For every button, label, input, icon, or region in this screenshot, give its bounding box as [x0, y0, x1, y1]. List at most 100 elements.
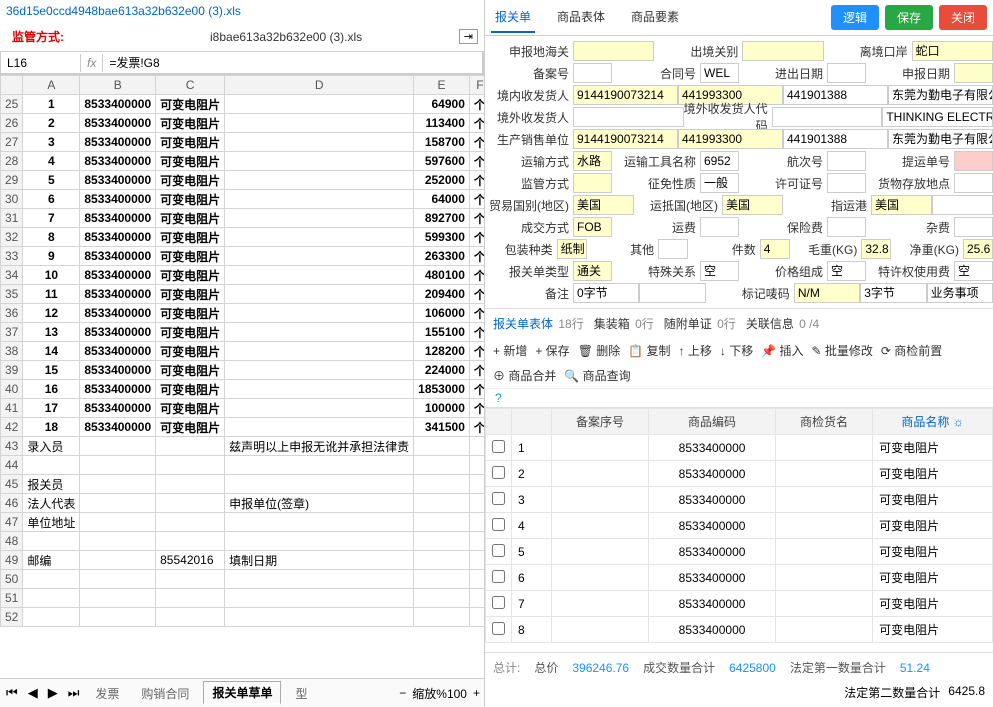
- sheet-tab-contract[interactable]: 购销合同: [133, 683, 197, 704]
- cell[interactable]: 可变电阻片: [156, 228, 225, 247]
- form-field[interactable]: [827, 217, 866, 237]
- form-field[interactable]: [658, 239, 688, 259]
- toolbar-button[interactable]: 📌 插入: [761, 342, 803, 359]
- cell[interactable]: [156, 437, 225, 456]
- form-field[interactable]: WEL: [700, 63, 739, 83]
- grid-col[interactable]: 备案序号: [552, 409, 649, 435]
- form-field[interactable]: 441901388: [783, 129, 888, 149]
- formula-value[interactable]: =发票!G8: [103, 52, 483, 73]
- toolbar-button[interactable]: 🔍 商品查询: [564, 367, 630, 384]
- row-checkbox[interactable]: [492, 466, 505, 479]
- cell[interactable]: [225, 133, 414, 152]
- cell[interactable]: [80, 475, 156, 494]
- form-field[interactable]: 蛇口: [912, 41, 993, 61]
- row-header[interactable]: 48: [1, 532, 23, 551]
- row-checkbox[interactable]: [492, 596, 505, 609]
- cell[interactable]: 5: [23, 171, 80, 190]
- form-field[interactable]: 东莞为勤电子有限公司: [888, 85, 993, 105]
- cell[interactable]: [80, 570, 156, 589]
- cell[interactable]: [225, 228, 414, 247]
- cell[interactable]: 个: [469, 247, 484, 266]
- product-name[interactable]: 可变电阻片: [873, 565, 993, 591]
- form-field[interactable]: [954, 151, 993, 171]
- toolbar-button[interactable]: 🗑 删除: [578, 342, 621, 359]
- cell[interactable]: 可变电阻片: [156, 418, 225, 437]
- form-field[interactable]: [573, 107, 684, 127]
- cell[interactable]: [156, 608, 225, 627]
- row-header[interactable]: 46: [1, 494, 23, 513]
- product-code[interactable]: 8533400000: [649, 617, 776, 643]
- row-header[interactable]: 49: [1, 551, 23, 570]
- cell[interactable]: 2: [23, 114, 80, 133]
- nav-next-icon[interactable]: ▶: [46, 685, 60, 701]
- row-checkbox[interactable]: [492, 570, 505, 583]
- inspection-name[interactable]: [776, 591, 873, 617]
- cell[interactable]: 可变电阻片: [156, 209, 225, 228]
- form-field[interactable]: 纸制: [557, 239, 587, 259]
- cell[interactable]: [225, 361, 414, 380]
- cell[interactable]: [156, 456, 225, 475]
- cell[interactable]: [225, 589, 414, 608]
- cell[interactable]: 可变电阻片: [156, 190, 225, 209]
- cell[interactable]: 341500: [414, 418, 470, 437]
- cell[interactable]: [469, 532, 484, 551]
- cell[interactable]: [469, 437, 484, 456]
- cell[interactable]: 个: [469, 361, 484, 380]
- cell[interactable]: [469, 475, 484, 494]
- tab-goods-body[interactable]: 商品表体: [553, 2, 609, 33]
- form-field[interactable]: [954, 217, 993, 237]
- cell[interactable]: 填制日期: [225, 551, 414, 570]
- cell[interactable]: 可变电阻片: [156, 285, 225, 304]
- row-num[interactable]: 3: [512, 487, 552, 513]
- cell[interactable]: [23, 589, 80, 608]
- row-header[interactable]: 25: [1, 95, 23, 114]
- close-button[interactable]: 关闭: [939, 5, 987, 30]
- cell[interactable]: [156, 589, 225, 608]
- cell[interactable]: 可变电阻片: [156, 247, 225, 266]
- form-field[interactable]: 空: [827, 261, 866, 281]
- cell[interactable]: 8533400000: [80, 228, 156, 247]
- cell[interactable]: 8533400000: [80, 323, 156, 342]
- form-field[interactable]: 空: [700, 261, 739, 281]
- cell[interactable]: [225, 209, 414, 228]
- row-header[interactable]: 32: [1, 228, 23, 247]
- cell[interactable]: [225, 475, 414, 494]
- form-field[interactable]: 9144190073214: [573, 85, 678, 105]
- cell[interactable]: 可变电阻片: [156, 152, 225, 171]
- toolbar-button[interactable]: + 保存: [535, 342, 569, 359]
- record-no[interactable]: [552, 591, 649, 617]
- cell[interactable]: [80, 608, 156, 627]
- section-attach[interactable]: 随附单证 0行: [664, 315, 736, 332]
- cell[interactable]: 597600: [414, 152, 470, 171]
- row-num[interactable]: 4: [512, 513, 552, 539]
- cell[interactable]: 可变电阻片: [156, 342, 225, 361]
- product-name[interactable]: 可变电阻片: [873, 591, 993, 617]
- product-code[interactable]: 8533400000: [649, 435, 776, 461]
- cell[interactable]: [80, 456, 156, 475]
- form-field[interactable]: 25.6: [963, 239, 993, 259]
- col-header[interactable]: C: [156, 76, 225, 95]
- cell[interactable]: 可变电阻片: [156, 266, 225, 285]
- sheet-tab-declaration[interactable]: 报关单草单: [203, 681, 281, 705]
- cell[interactable]: [414, 437, 470, 456]
- row-num[interactable]: 8: [512, 617, 552, 643]
- cell[interactable]: [80, 551, 156, 570]
- product-name[interactable]: 可变电阻片: [873, 539, 993, 565]
- nav-prev-icon[interactable]: ◀: [26, 685, 40, 701]
- cell[interactable]: [225, 114, 414, 133]
- cell[interactable]: [414, 551, 470, 570]
- cell[interactable]: 14: [23, 342, 80, 361]
- cell[interactable]: [156, 494, 225, 513]
- inspection-name[interactable]: [776, 435, 873, 461]
- inspection-name[interactable]: [776, 513, 873, 539]
- row-header[interactable]: 40: [1, 380, 23, 399]
- cell[interactable]: [469, 570, 484, 589]
- form-field[interactable]: 东莞为勤电子有限公司: [888, 129, 993, 149]
- row-header[interactable]: 29: [1, 171, 23, 190]
- cell[interactable]: 个: [469, 95, 484, 114]
- cell[interactable]: [225, 95, 414, 114]
- col-header[interactable]: A: [23, 76, 80, 95]
- form-field[interactable]: 3字节: [860, 283, 926, 303]
- row-num[interactable]: 6: [512, 565, 552, 591]
- row-checkbox[interactable]: [492, 518, 505, 531]
